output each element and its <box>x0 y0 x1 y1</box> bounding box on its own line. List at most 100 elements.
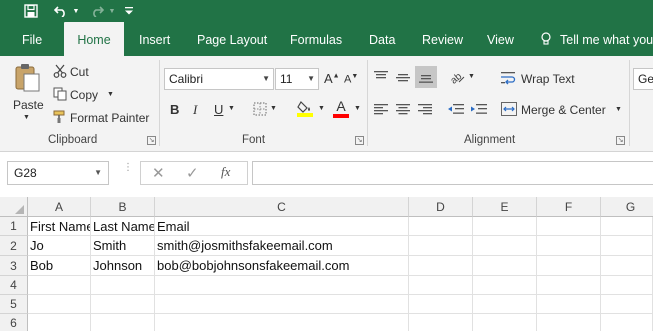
decrease-indent-icon[interactable] <box>446 100 466 118</box>
row-header-5[interactable]: 5 <box>0 295 28 314</box>
cell-d6[interactable] <box>409 314 473 331</box>
cell-b4[interactable] <box>91 276 155 295</box>
cell-d1[interactable] <box>409 217 473 236</box>
cell-d3[interactable] <box>409 256 473 276</box>
merge-center-button[interactable]: Merge & Center <box>521 103 606 117</box>
cell-e2[interactable] <box>473 236 537 256</box>
cell-c6[interactable] <box>155 314 409 331</box>
copy-icon[interactable] <box>52 86 68 102</box>
cell-a1[interactable]: First Name <box>28 217 91 236</box>
column-header-c[interactable]: C <box>155 197 409 217</box>
paste-button[interactable]: Paste <box>13 98 44 112</box>
cell-d5[interactable] <box>409 295 473 314</box>
redo-dropdown-icon[interactable]: ▼ <box>108 0 116 22</box>
wrap-text-icon[interactable] <box>500 69 518 87</box>
tab-home[interactable]: Home <box>64 22 124 56</box>
cell-e3[interactable] <box>473 256 537 276</box>
row-header-3[interactable]: 3 <box>0 256 28 276</box>
merge-center-icon[interactable] <box>500 100 518 118</box>
bottom-align-icon[interactable] <box>415 66 437 88</box>
redo-icon[interactable] <box>86 0 108 22</box>
fill-color-dropdown-icon[interactable]: ▼ <box>318 105 325 112</box>
cell-f1[interactable] <box>537 217 601 236</box>
borders-icon[interactable] <box>252 101 268 117</box>
cell-e1[interactable] <box>473 217 537 236</box>
column-header-g[interactable]: G <box>601 197 653 217</box>
cell-c3[interactable]: bob@bobjohnsonsfakeemail.com <box>155 256 409 276</box>
cell-e6[interactable] <box>473 314 537 331</box>
copy-button[interactable]: Copy <box>70 88 98 102</box>
undo-dropdown-icon[interactable]: ▼ <box>72 0 80 22</box>
cell-f2[interactable] <box>537 236 601 256</box>
tab-file[interactable]: File <box>22 22 42 56</box>
paste-icon[interactable] <box>12 62 42 94</box>
chevron-down-icon[interactable]: ▼ <box>94 162 102 184</box>
column-header-b[interactable]: B <box>91 197 155 217</box>
tab-data[interactable]: Data <box>369 22 395 56</box>
align-right-icon[interactable] <box>416 100 434 118</box>
middle-align-icon[interactable] <box>394 68 412 86</box>
cell-e5[interactable] <box>473 295 537 314</box>
row-header-6[interactable]: 6 <box>0 314 28 331</box>
underline-dropdown-icon[interactable]: ▼ <box>228 105 235 112</box>
enter-icon[interactable]: ✓ <box>186 164 199 182</box>
italic-button[interactable]: I <box>193 102 197 118</box>
column-header-a[interactable]: A <box>28 197 91 217</box>
cell-a6[interactable] <box>28 314 91 331</box>
cell-f3[interactable] <box>537 256 601 276</box>
cut-icon[interactable] <box>52 63 68 79</box>
font-color-dropdown-icon[interactable]: ▼ <box>354 105 361 112</box>
row-header-4[interactable]: 4 <box>0 276 28 295</box>
lightbulb-icon[interactable] <box>540 22 554 56</box>
tab-insert[interactable]: Insert <box>139 22 170 56</box>
alignment-launcher-icon[interactable]: ↘ <box>616 136 625 145</box>
cell-a5[interactable] <box>28 295 91 314</box>
font-size-combo[interactable]: 11 ▼ <box>275 68 319 90</box>
cell-g1[interactable] <box>601 217 653 236</box>
cell-c2[interactable]: smith@josmithsfakeemail.com <box>155 236 409 256</box>
formula-input[interactable] <box>252 161 653 185</box>
increase-font-size-icon[interactable]: A▲ <box>324 71 340 86</box>
formula-bar-grip-icon[interactable]: ⋮ <box>123 163 133 180</box>
cancel-icon[interactable]: ✕ <box>152 164 165 182</box>
cell-b5[interactable] <box>91 295 155 314</box>
cell-b2[interactable]: Smith <box>91 236 155 256</box>
column-header-d[interactable]: D <box>409 197 473 217</box>
bold-button[interactable]: B <box>170 102 179 117</box>
cell-b6[interactable] <box>91 314 155 331</box>
customize-quick-access-icon[interactable] <box>122 0 136 22</box>
name-box[interactable]: G28 ▼ <box>7 161 109 185</box>
align-left-icon[interactable] <box>372 100 390 118</box>
cell-c4[interactable] <box>155 276 409 295</box>
tab-formulas[interactable]: Formulas <box>290 22 342 56</box>
font-launcher-icon[interactable]: ↘ <box>355 136 364 145</box>
cell-d2[interactable] <box>409 236 473 256</box>
merge-center-dropdown-icon[interactable]: ▼ <box>615 106 622 113</box>
cell-g2[interactable] <box>601 236 653 256</box>
cut-button[interactable]: Cut <box>70 65 89 79</box>
save-icon[interactable] <box>18 0 44 22</box>
cell-a4[interactable] <box>28 276 91 295</box>
cell-c5[interactable] <box>155 295 409 314</box>
align-center-icon[interactable] <box>394 100 412 118</box>
tab-page-layout[interactable]: Page Layout <box>197 22 267 56</box>
font-color-icon[interactable]: A <box>332 98 350 118</box>
format-painter-button[interactable]: Format Painter <box>70 111 149 125</box>
row-header-1[interactable]: 1 <box>0 217 28 236</box>
cell-f4[interactable] <box>537 276 601 295</box>
tell-me-search[interactable]: Tell me what you <box>560 22 653 56</box>
cell-b1[interactable]: Last Name <box>91 217 155 236</box>
underline-button[interactable]: U <box>214 102 223 117</box>
cell-g5[interactable] <box>601 295 653 314</box>
cell-g6[interactable] <box>601 314 653 331</box>
paste-dropdown-icon[interactable]: ▼ <box>23 114 30 121</box>
undo-icon[interactable] <box>50 0 72 22</box>
cell-g4[interactable] <box>601 276 653 295</box>
fill-color-icon[interactable] <box>296 98 314 118</box>
copy-dropdown-icon[interactable]: ▼ <box>107 91 114 98</box>
cell-f6[interactable] <box>537 314 601 331</box>
top-align-icon[interactable] <box>372 68 390 86</box>
cell-d4[interactable] <box>409 276 473 295</box>
number-format-combo[interactable]: Ge <box>633 68 653 90</box>
insert-function-icon[interactable]: fx <box>221 164 230 180</box>
